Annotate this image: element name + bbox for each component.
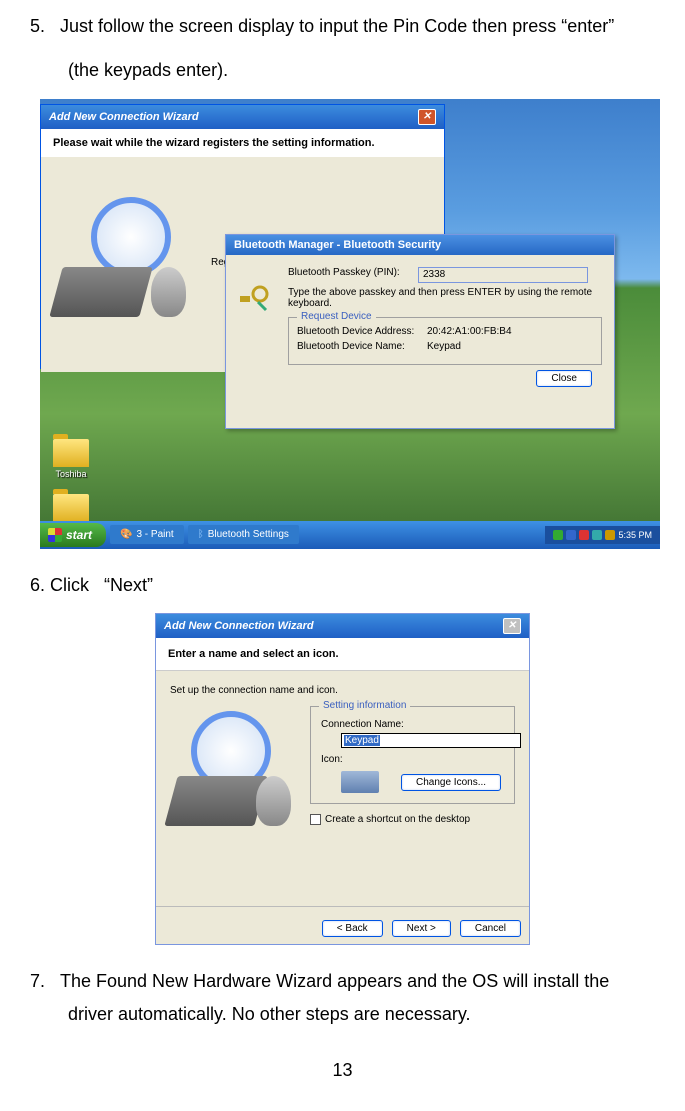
shortcut-checkbox-row[interactable]: Create a shortcut on the desktop — [310, 814, 515, 825]
key-icon — [238, 280, 270, 312]
step-7-text: 7.The Found New Hardware Wizard appears … — [30, 965, 655, 1030]
wizard1-heading: Please wait while the wizard registers t… — [41, 129, 444, 157]
connection-name-input[interactable]: Keypad — [341, 733, 521, 748]
device-name-label: Bluetooth Device Name: — [297, 341, 427, 352]
step-5-text: 5.Just follow the screen display to inpu… — [30, 10, 655, 42]
setting-legend: Setting information — [319, 700, 410, 711]
passkey-label: Bluetooth Passkey (PIN): — [288, 267, 418, 283]
wizard1-titlebar: Add New Connection Wizard ✕ — [41, 105, 444, 129]
close-icon[interactable]: ✕ — [503, 618, 521, 634]
bt-body: Bluetooth Passkey (PIN): 2338 Type the a… — [226, 255, 614, 427]
request-device-legend: Request Device — [297, 311, 376, 322]
wizard2-body: Set up the connection name and icon. Set… — [156, 671, 529, 906]
taskbar: start 🎨 3 - Paint ᛒ Bluetooth Settings 5… — [40, 521, 660, 549]
wizard2-titlebar: Add New Connection Wizard ✕ — [156, 614, 529, 638]
tray-icon — [605, 530, 615, 540]
close-icon[interactable]: ✕ — [418, 109, 436, 125]
connection-name-label: Connection Name: — [321, 719, 504, 730]
step-5-line2: (the keypads enter). — [30, 54, 655, 86]
change-icons-button[interactable]: Change Icons... — [401, 774, 501, 791]
paint-icon: 🎨 — [120, 529, 132, 540]
bluetooth-security-dialog: Bluetooth Manager - Bluetooth Security B… — [225, 234, 615, 429]
bluetooth-icon: ᛒ — [198, 529, 204, 540]
bt-titlebar: Bluetooth Manager - Bluetooth Security — [226, 235, 614, 255]
tray-icon — [566, 530, 576, 540]
next-button[interactable]: Next > — [392, 920, 451, 937]
system-tray[interactable]: 5:35 PM — [545, 526, 660, 544]
wizard1-title: Add New Connection Wizard — [49, 111, 199, 123]
page-number: 13 — [30, 1060, 655, 1081]
windows-logo-icon — [48, 528, 62, 542]
wizard2-heading: Enter a name and select an icon. — [156, 638, 529, 671]
device-address-label: Bluetooth Device Address: — [297, 326, 427, 337]
tray-icon — [553, 530, 563, 540]
request-device-group: Request Device Bluetooth Device Address:… — [288, 317, 602, 365]
step-5-number: 5. — [30, 10, 60, 42]
bt-instruction: Type the above passkey and then press EN… — [288, 287, 602, 309]
tray-icon — [592, 530, 602, 540]
folder-icon — [53, 494, 89, 522]
wizard2-subheading: Set up the connection name and icon. — [170, 685, 515, 696]
device-name-value: Keypad — [427, 341, 461, 352]
setting-information-group: Setting information Connection Name: Key… — [310, 706, 515, 804]
passkey-input[interactable]: 2338 — [418, 267, 588, 283]
taskbar-item-paint[interactable]: 🎨 3 - Paint — [110, 525, 184, 544]
device-graphic — [166, 711, 291, 831]
device-graphic — [51, 187, 196, 322]
keyboard-icon — [341, 771, 379, 793]
device-address-value: 20:42:A1:00:FB:B4 — [427, 326, 512, 337]
clock: 5:35 PM — [618, 530, 652, 540]
cancel-button[interactable]: Cancel — [460, 920, 521, 937]
screenshot-1-desktop: Add New Connection Wizard ✕ Please wait … — [40, 99, 660, 549]
close-button[interactable]: Close — [536, 370, 592, 387]
shortcut-label: Create a shortcut on the desktop — [325, 814, 470, 825]
tray-icon — [579, 530, 589, 540]
icon-label: Icon: — [321, 754, 504, 765]
taskbar-item-bluetooth[interactable]: ᛒ Bluetooth Settings — [188, 525, 299, 544]
step-7-number: 7. — [30, 965, 60, 997]
wizard2-footer: < Back Next > Cancel — [156, 906, 529, 944]
step-6-text: 6. Click “Next” — [30, 569, 655, 601]
checkbox-icon[interactable] — [310, 814, 321, 825]
start-button[interactable]: start — [40, 523, 106, 547]
step-6: 6. Click “Next” Add New Connection Wizar… — [30, 569, 655, 945]
folder-icon — [53, 439, 89, 467]
back-button[interactable]: < Back — [322, 920, 383, 937]
add-connection-wizard-2: Add New Connection Wizard ✕ Enter a name… — [155, 613, 530, 945]
folder-toshiba[interactable]: Toshiba — [50, 439, 92, 479]
wizard2-title: Add New Connection Wizard — [164, 620, 314, 632]
step-5: 5.Just follow the screen display to inpu… — [30, 10, 655, 549]
step-7: 7.The Found New Hardware Wizard appears … — [30, 965, 655, 1030]
